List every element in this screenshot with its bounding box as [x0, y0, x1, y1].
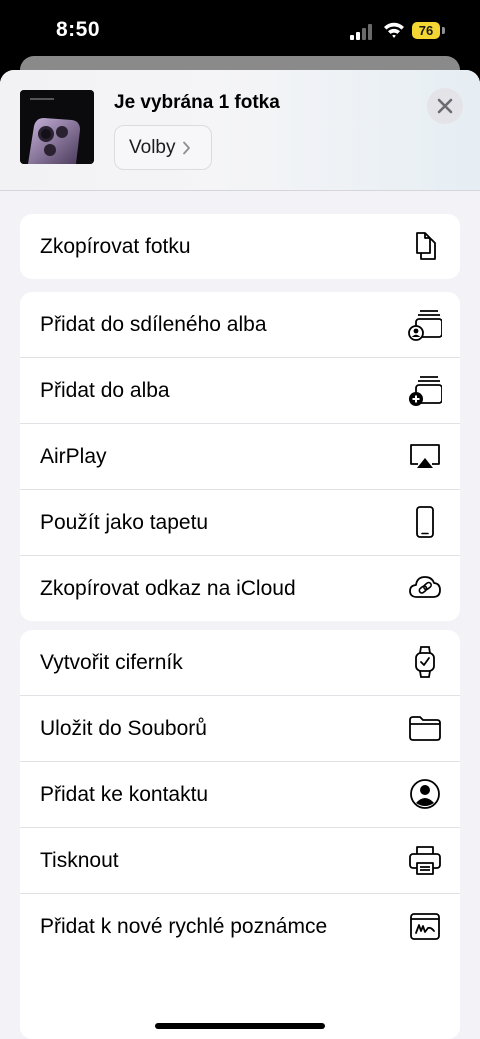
action-add-shared-album[interactable]: Přidat do sdíleného alba [20, 292, 460, 358]
action-label: AirPlay [40, 445, 107, 468]
contact-icon [408, 777, 442, 811]
sheet-title: Je vybrána 1 fotka [114, 92, 280, 113]
action-label: Přidat do alba [40, 379, 170, 402]
action-print[interactable]: Tisknout [20, 828, 460, 894]
wifi-icon [384, 22, 404, 38]
airplay-icon [408, 439, 442, 473]
options-label: Volby [129, 136, 176, 158]
action-label: Použít jako tapetu [40, 511, 209, 534]
photo-thumbnail-image [20, 90, 94, 164]
copy-icon [408, 229, 442, 263]
action-use-as-wallpaper[interactable]: Použít jako tapetu [20, 490, 460, 556]
sheet-header: Je vybrána 1 fotka Volby [0, 70, 480, 191]
icloud-link-icon [408, 571, 442, 605]
action-copy-photo[interactable]: Zkopírovat fotku [20, 214, 460, 279]
battery-body: 76 [412, 22, 440, 39]
share-sheet: Je vybrána 1 fotka Volby Zkopírovat fotk… [0, 70, 480, 1039]
phone-icon [408, 505, 442, 539]
status-time: 8:50 [56, 18, 101, 41]
quick-note-icon [408, 909, 442, 943]
status-bar: 8:50 76 [0, 0, 480, 60]
battery-level: 76 [418, 23, 434, 38]
action-label: Přidat do sdíleného alba [40, 313, 267, 336]
action-label: Přidat ke kontaktu [40, 783, 209, 806]
action-label: Vytvořit ciferník [40, 651, 183, 674]
watch-icon [408, 645, 442, 679]
photo-thumbnail [20, 90, 94, 164]
action-label: Zkopírovat odkaz na iCloud [40, 577, 296, 600]
options-button[interactable]: Volby [114, 125, 212, 170]
battery-icon: 76 [412, 22, 446, 40]
action-add-to-contact[interactable]: Přidat ke kontaktu [20, 762, 460, 828]
action-group-1: Zkopírovat fotku [20, 214, 460, 279]
action-label: Uložit do Souborů [40, 717, 207, 740]
action-group-2: Přidat do sdíleného alba Přidat do alba [20, 292, 460, 621]
shared-album-icon [408, 307, 442, 341]
signal-icon [350, 24, 372, 40]
action-add-to-album[interactable]: Přidat do alba [20, 358, 460, 424]
action-airplay[interactable]: AirPlay [20, 424, 460, 490]
printer-icon [408, 843, 442, 877]
folder-icon [408, 711, 442, 745]
action-add-quick-note[interactable]: Přidat k nové rychlé poznámce [20, 894, 460, 959]
home-indicator [155, 1023, 325, 1029]
action-label: Zkopírovat fotku [40, 235, 191, 258]
action-label: Přidat k nové rychlé poznámce [40, 915, 328, 938]
chevron-right-icon [183, 141, 191, 154]
close-button[interactable] [427, 88, 463, 124]
action-save-to-files[interactable]: Uložit do Souborů [20, 696, 460, 762]
battery-cap [442, 27, 445, 34]
add-album-icon [408, 373, 442, 407]
action-create-watch-face[interactable]: Vytvořit ciferník [20, 630, 460, 696]
action-label: Tisknout [40, 849, 119, 872]
close-icon [437, 98, 453, 114]
action-group-3: Vytvořit ciferník Uložit do Souborů Přid… [20, 630, 460, 1039]
action-copy-icloud-link[interactable]: Zkopírovat odkaz na iCloud [20, 556, 460, 621]
